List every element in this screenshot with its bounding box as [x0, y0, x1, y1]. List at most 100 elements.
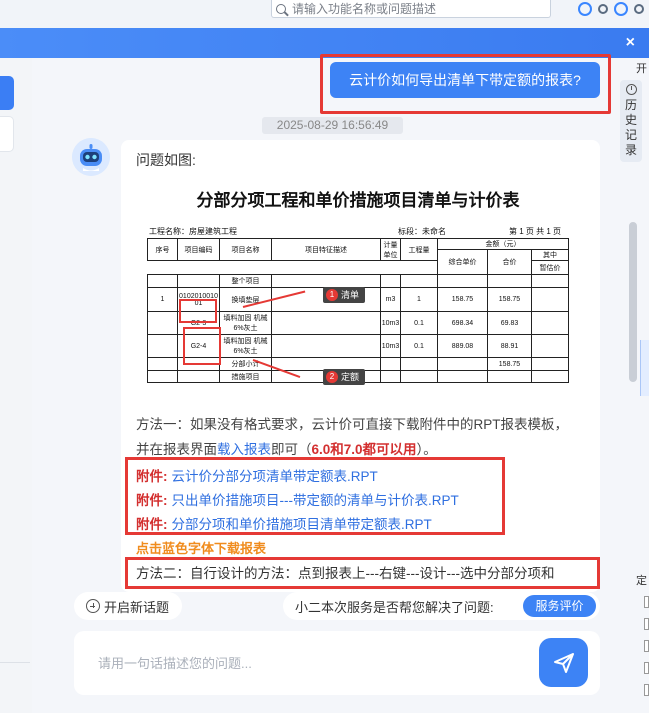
attachment-item: 附件: 云计价分部分项清单带定额表.RPT [136, 465, 378, 485]
edge-checkbox[interactable] [644, 684, 649, 696]
service-evaluation-button[interactable]: 服务评价 [523, 595, 596, 617]
header-amount: 金额（元） [437, 238, 569, 250]
annotation-label-quota: 2 定额 [323, 369, 366, 385]
cell [531, 287, 569, 312]
left-card[interactable] [0, 116, 14, 152]
cell: 158.75 [437, 287, 488, 312]
cell [147, 311, 178, 335]
history-icon [625, 84, 637, 95]
help-icon[interactable] [634, 4, 644, 14]
attachment-link[interactable]: 分部分项和单价措施项目清单带定额表.RPT [172, 517, 432, 532]
text: 并在报表界面 [136, 442, 217, 457]
attachment-label: 附件: [136, 517, 168, 532]
cell [531, 357, 569, 371]
edge-highlight [640, 340, 649, 396]
chat-scrollbar[interactable] [629, 222, 637, 382]
attachment-item: 附件: 分部分项和单价措施项目清单带定额表.RPT [136, 513, 432, 533]
header-unit: 计量单位 [380, 238, 401, 261]
cell [147, 357, 178, 371]
history-records-tab[interactable]: 历 史 记 录 [620, 80, 642, 162]
edge-checkbox[interactable] [644, 596, 649, 608]
edge-text: 定 [636, 575, 647, 587]
cell: 填料加固 机械 6%灰土 [219, 311, 272, 335]
cell [531, 370, 569, 383]
annotation-number: 1 [326, 289, 338, 301]
cell: 88.91 [487, 334, 532, 358]
message-input-box[interactable] [74, 631, 600, 695]
quota-code-highlight-box [183, 327, 221, 365]
cell [437, 370, 488, 383]
report-page-number: 第 1 页 共 1 页 [509, 227, 562, 236]
cell: 措施项目 [219, 370, 272, 383]
version-note: 6.0和7.0都可以用 [311, 442, 417, 457]
attachment-link[interactable]: 云计价分部分项清单带定额表.RPT [172, 469, 378, 484]
annotation-text: 定额 [341, 372, 360, 382]
cell [531, 311, 569, 335]
cell [400, 274, 438, 288]
new-topic-button[interactable]: 开启新话题 [74, 592, 182, 620]
cell [380, 370, 401, 383]
header-qty: 工程量 [400, 238, 438, 261]
edge-checkbox[interactable] [644, 618, 649, 630]
table-row: 整个项目 [147, 274, 569, 288]
header-provisional: 暂估价 [531, 260, 569, 275]
cell: 整个项目 [219, 274, 272, 288]
cell [531, 274, 569, 288]
function-search-input[interactable]: 请输入功能名称或问题描述 [271, 0, 551, 18]
new-topic-label: 开启新话题 [104, 599, 170, 615]
left-active-item[interactable] [0, 76, 14, 110]
attachment-link[interactable]: 只出单价措施项目---带定额的清单与计价表.RPT [172, 493, 459, 508]
left-panel [0, 58, 32, 713]
annotation-label-bill: 1 清单 [323, 287, 366, 303]
cell [147, 334, 178, 358]
history-char: 史 [625, 113, 638, 127]
cell: 1 [147, 287, 178, 312]
robot-avatar-icon [72, 138, 110, 176]
text: 即可（ [271, 442, 312, 457]
cell: 889.08 [437, 334, 488, 358]
dropdown-icon[interactable] [598, 4, 608, 14]
cell [531, 334, 569, 358]
message-input[interactable] [98, 653, 518, 673]
cell [380, 357, 401, 371]
search-icon [276, 3, 286, 14]
header-seq: 序号 [147, 238, 178, 261]
load-report-link[interactable]: 载入报表 [217, 442, 271, 457]
edge-checkbox[interactable] [644, 640, 649, 652]
search-placeholder: 请输入功能名称或问题描述 [292, 2, 437, 16]
history-char: 记 [625, 128, 638, 142]
annotation-number: 2 [326, 371, 338, 383]
cell: 10m3 [380, 311, 401, 335]
service-avatar-icon[interactable] [578, 2, 592, 16]
history-char: 历 [625, 98, 638, 112]
header-total: 合价 [487, 249, 532, 275]
send-icon [553, 652, 574, 673]
edge-checkbox[interactable] [644, 662, 649, 674]
cell: 158.75 [487, 357, 532, 371]
cell [380, 274, 401, 288]
header-code: 项目编码 [177, 238, 220, 261]
cell [147, 274, 178, 288]
send-button[interactable] [539, 638, 588, 687]
text: ）。 [416, 442, 437, 457]
cell [487, 274, 532, 288]
top-icons [578, 0, 644, 18]
user-question-bubble: 云计价如何导出清单下带定额的报表? [330, 62, 600, 98]
cell: 0.1 [400, 311, 438, 335]
cell [400, 357, 438, 371]
cell: 69.83 [487, 311, 532, 335]
headset-icon[interactable] [614, 2, 628, 16]
edge-text: 开 [636, 63, 647, 75]
left-divider [0, 662, 30, 663]
cell [487, 370, 532, 383]
plus-circle-icon [86, 599, 100, 613]
cell [400, 370, 438, 383]
cell: 1 [400, 287, 438, 312]
annotation-text: 清单 [341, 290, 360, 300]
cell [271, 311, 381, 335]
method-two-text: 方法二：自行设计的方法：点到报表上---右键---设计---选中分部分项和 [136, 566, 555, 581]
report-section: 标段：未命名 [398, 227, 446, 236]
cell: 填料加固 机械 6%灰土 [219, 334, 272, 358]
message-timestamp: 2025-08-29 16:56:49 [262, 117, 403, 134]
close-button[interactable]: × [626, 35, 635, 51]
